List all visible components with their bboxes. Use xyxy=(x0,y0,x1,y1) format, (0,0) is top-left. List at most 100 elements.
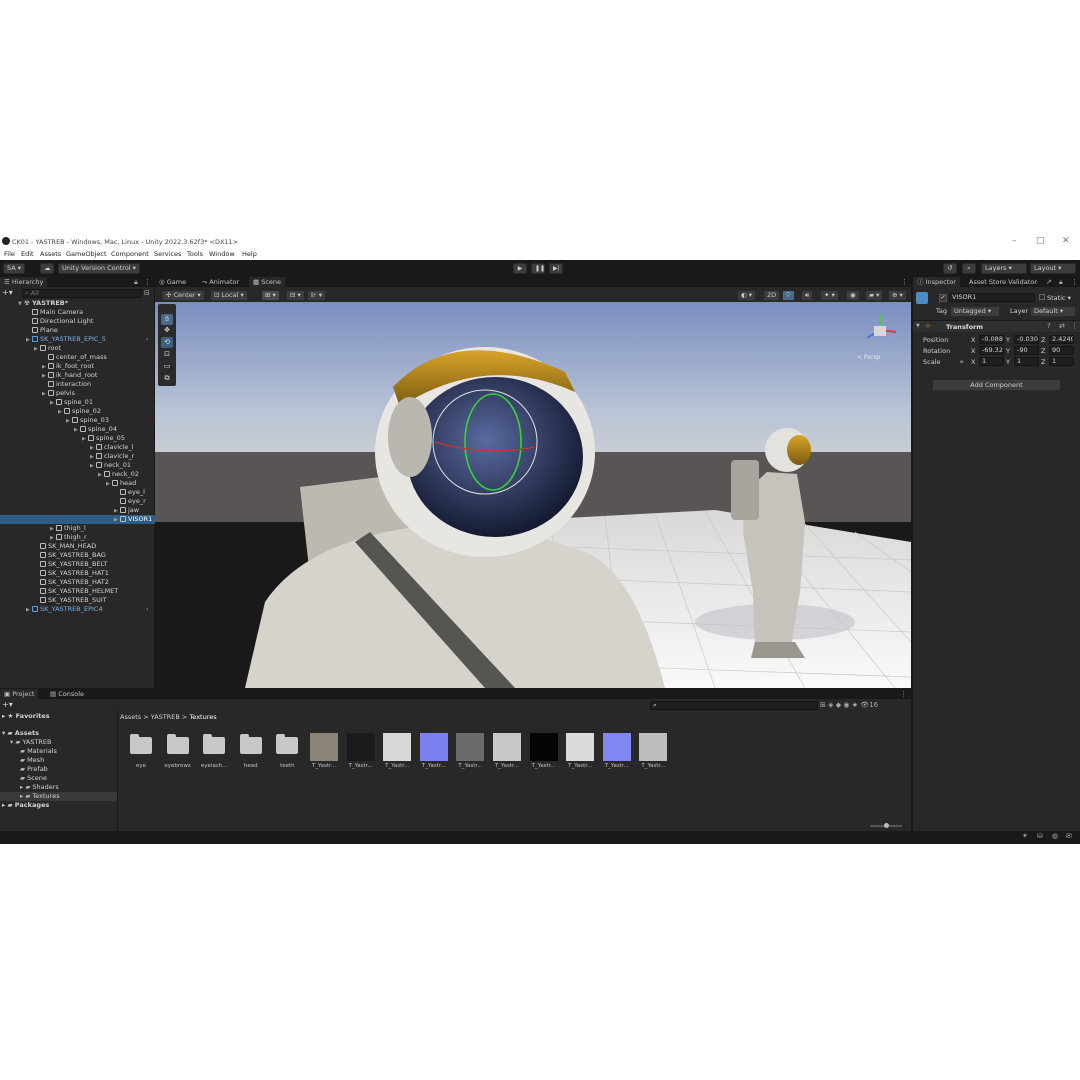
snap-increment-button[interactable]: ⊟ ▾ xyxy=(286,290,305,301)
tab-animator[interactable]: ⤳ Animator xyxy=(198,277,243,287)
project-search-input[interactable]: ⌕ xyxy=(650,701,818,710)
rect-tool-icon[interactable]: ▭ xyxy=(161,361,173,372)
center-more-icon[interactable]: ⋮ xyxy=(901,278,908,286)
persp-label[interactable]: < Persp xyxy=(857,354,880,361)
hierarchy-item[interactable]: ▶ spine_02 xyxy=(0,407,155,416)
transform-z-field[interactable]: 1 xyxy=(1049,357,1074,366)
hierarchy-item[interactable]: ▶ spine_05 xyxy=(0,434,155,443)
project-folder-item[interactable]: ▰ Mesh xyxy=(0,756,117,765)
transform-header[interactable]: ▼ ⊹ Transform ? ⇄ ⋮ xyxy=(913,320,1080,332)
project-folder-item[interactable]: ▰ Scene xyxy=(0,774,117,783)
hierarchy-item[interactable]: ▶ head xyxy=(0,479,155,488)
hierarchy-item[interactable]: ▶ thigh_r xyxy=(0,533,155,542)
hand-tool-icon[interactable]: ✋︎ xyxy=(161,314,173,325)
audio-icon[interactable]: 🔊︎ xyxy=(801,290,814,301)
hierarchy-item[interactable]: ▶ neck_01 xyxy=(0,461,155,470)
tag-dropdown[interactable]: Untagged ▾ xyxy=(950,306,1000,317)
add-component-button[interactable]: Add Component xyxy=(932,379,1061,391)
tab-hierarchy[interactable]: ☰ Hierarchy xyxy=(0,277,48,287)
hierarchy-item[interactable]: SK_YASTREB_BAG xyxy=(0,551,155,560)
hierarchy-item[interactable]: interaction xyxy=(0,380,155,389)
hierarchy-item[interactable]: Directional Light xyxy=(0,317,155,326)
hidden-objects-icon[interactable]: ◉ xyxy=(846,290,860,301)
menu-edit[interactable]: Edit xyxy=(21,250,34,258)
ruler-icon[interactable]: ⊪ ▾ xyxy=(307,290,326,301)
hierarchy-item[interactable]: SK_YASTREB_BELT xyxy=(0,560,155,569)
collapse-arrow-icon[interactable]: ▼ xyxy=(916,323,920,329)
inspector-arrows-icon[interactable]: ↗ xyxy=(1046,278,1052,286)
transform-tool-icon[interactable]: ⧉ xyxy=(161,373,173,384)
play-icon[interactable]: ▶ xyxy=(513,263,527,274)
component-more-icon[interactable]: ⋮ xyxy=(1071,322,1078,330)
hierarchy-item[interactable]: ▶ ik_foot_root xyxy=(0,362,155,371)
transform-y-field[interactable]: -90 xyxy=(1014,346,1039,355)
transform-z-field[interactable]: 90 xyxy=(1049,346,1074,355)
transform-y-field[interactable]: 1 xyxy=(1014,357,1039,366)
active-checkbox[interactable]: ✓ xyxy=(939,294,947,302)
add-icon[interactable]: +▾ xyxy=(2,288,13,297)
asset-texture[interactable]: T_Yastr... xyxy=(454,733,486,769)
transform-x-field[interactable]: -0.088 xyxy=(979,335,1004,344)
hierarchy-item[interactable]: ▶ ik_hand_root xyxy=(0,371,155,380)
cloud-icon[interactable]: ☁ xyxy=(40,263,54,274)
menu-file[interactable]: File xyxy=(4,250,15,258)
static-dropdown[interactable]: Static ▾ xyxy=(1047,294,1071,302)
lock-icon[interactable]: 🔒︎ xyxy=(134,278,138,287)
filter-icon[interactable]: ⊟ xyxy=(144,289,150,297)
rotate-tool-icon[interactable]: ⟲ xyxy=(161,337,173,348)
transform-x-field[interactable]: 1 xyxy=(979,357,1004,366)
search-by-label-icon[interactable]: ◈ xyxy=(828,701,833,709)
project-folder-item[interactable]: ▰ Prefab xyxy=(0,765,117,774)
notifications-icon[interactable]: ✉ xyxy=(1066,832,1072,840)
tab-project[interactable]: ▣ Project xyxy=(0,689,39,699)
tab-console[interactable]: ▤ Console xyxy=(46,689,88,699)
scene-root[interactable]: ▼ ☢ YASTREB* xyxy=(0,299,155,308)
hierarchy-item[interactable]: ▶ clavicle_r xyxy=(0,452,155,461)
space-local-dropdown[interactable]: ⊡ Local ▾ xyxy=(210,290,248,301)
asset-texture[interactable]: T_Yastr... xyxy=(637,733,669,769)
transform-x-field[interactable]: -69.32 xyxy=(979,346,1004,355)
asset-texture[interactable]: T_Yastr... xyxy=(308,733,340,769)
asset-folder[interactable]: head xyxy=(235,733,267,769)
asset-texture[interactable]: T_Yastr... xyxy=(381,733,413,769)
menu-help[interactable]: Help xyxy=(242,250,257,258)
hierarchy-item[interactable]: eye_r xyxy=(0,497,155,506)
asset-texture[interactable]: T_Yastr... xyxy=(564,733,596,769)
hierarchy-item[interactable]: SK_MAN_HEAD xyxy=(0,542,155,551)
tab-asset-store-validator[interactable]: Asset Store Validator xyxy=(965,277,1041,287)
breadcrumb-yastreb[interactable]: YASTREB xyxy=(151,713,180,721)
camera-settings-icon[interactable]: ▰ ▾ xyxy=(865,290,884,301)
static-checkbox[interactable] xyxy=(1039,294,1045,300)
menu-window[interactable]: Window xyxy=(209,250,235,258)
hierarchy-item[interactable]: ▶ clavicle_l xyxy=(0,443,155,452)
bug-report-icon[interactable]: ✶ xyxy=(1022,832,1028,840)
preset-icon[interactable]: ⇄ xyxy=(1059,322,1065,330)
account-dropdown[interactable]: SA ▾ xyxy=(3,263,26,274)
pivot-center-dropdown[interactable]: ✣ Center ▾ xyxy=(162,290,205,301)
breadcrumb-assets[interactable]: Assets xyxy=(120,713,141,721)
hierarchy-item[interactable]: ▶ spine_01 xyxy=(0,398,155,407)
effects-icon[interactable]: ✦ ▾ xyxy=(820,290,839,301)
zoom-slider[interactable] xyxy=(870,823,902,828)
version-control-dropdown[interactable]: Unity Version Control ▾ xyxy=(58,263,140,274)
pause-icon[interactable]: ❚❚ xyxy=(531,263,545,274)
project-add-icon[interactable]: +▾ xyxy=(2,700,13,709)
project-more-icon[interactable]: ⋮ xyxy=(900,690,907,698)
project-folder-item[interactable]: ▸ ▰ Textures xyxy=(0,792,117,801)
menu-tools[interactable]: Tools xyxy=(187,250,203,258)
constrain-proportions-icon[interactable]: ⚭ xyxy=(959,358,964,366)
hierarchy-item[interactable]: SK_YASTREB_HAT1 xyxy=(0,569,155,578)
asset-folder[interactable]: eyebrows xyxy=(162,733,194,769)
search-by-type-icon[interactable]: ⊞ xyxy=(820,701,826,709)
help-icon[interactable]: ? xyxy=(1047,322,1051,330)
tab-inspector[interactable]: ⓘ Inspector xyxy=(913,277,960,287)
move-tool-icon[interactable]: ✥ xyxy=(161,325,173,336)
hierarchy-item[interactable]: ▶ pelvis xyxy=(0,389,155,398)
favorite-star-icon[interactable]: ★ xyxy=(852,701,858,709)
gizmos-icon[interactable]: ⊕ ▾ xyxy=(888,290,907,301)
hierarchy-search-input[interactable]: ⌕ All xyxy=(22,289,142,298)
hierarchy-item[interactable]: ▶ jaw xyxy=(0,506,155,515)
hierarchy-item[interactable]: ▶ spine_03 xyxy=(0,416,155,425)
breadcrumb-textures[interactable]: Textures xyxy=(189,713,216,721)
asset-texture[interactable]: T_Yastr... xyxy=(528,733,560,769)
